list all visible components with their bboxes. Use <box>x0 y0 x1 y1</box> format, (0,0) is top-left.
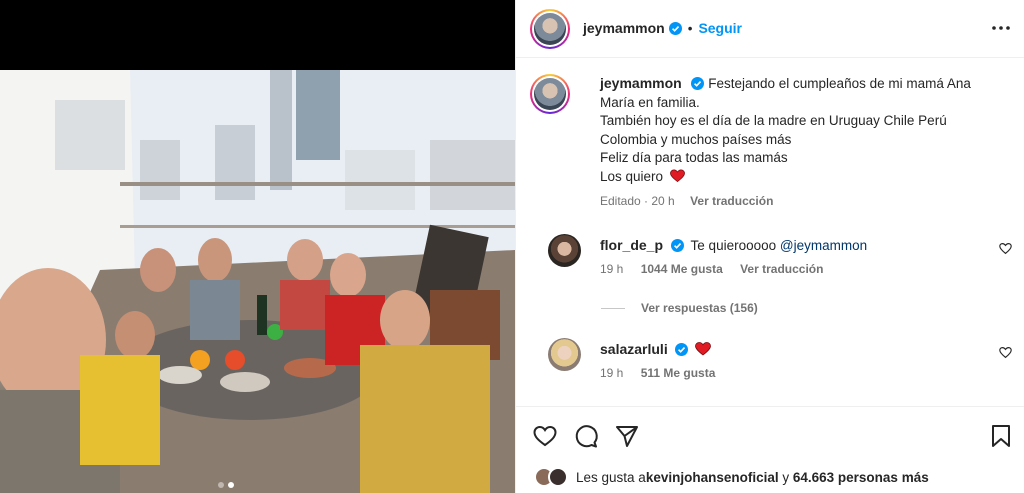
red-heart-emoji <box>669 169 685 182</box>
likes-prefix: Les gusta a <box>576 469 646 485</box>
caption-line: Los quiero <box>600 168 664 184</box>
carousel-indicator <box>218 482 234 488</box>
likes-summary: Les gusta a kevinjohansenoficial y 64.66… <box>534 467 929 487</box>
caption-text: jeymammon Festejando el cumpleaños de mi… <box>600 74 1000 211</box>
caption-timestamp: Editado · 20 h <box>600 194 675 208</box>
caption-line: María en familia. <box>600 94 700 110</box>
commenter-avatar[interactable] <box>548 234 581 267</box>
post-side-panel: jeymammon • Seguir jeymammon Festejando … <box>515 0 1024 493</box>
comment-likes[interactable]: 1044 Me gusta <box>641 262 723 276</box>
bookmark-icon[interactable] <box>988 423 1014 449</box>
caption-line: Festejando el cumpleaños de mi mamá Ana <box>708 76 971 91</box>
likes-count[interactable]: 64.663 personas más <box>793 470 929 485</box>
post-photo[interactable] <box>0 70 515 493</box>
paper-plane-icon[interactable] <box>614 423 640 449</box>
comment-body: flor_de_p Te quierooooo @jeymammon <box>600 236 980 255</box>
comment-text: Te quierooooo <box>690 238 780 253</box>
comment-meta: 19 h 1044 Me gusta Ver traducción <box>600 262 837 276</box>
heart-outline-icon[interactable] <box>532 423 558 449</box>
heart-outline-icon[interactable] <box>999 346 1012 359</box>
comment-translate-link[interactable]: Ver traducción <box>740 262 823 276</box>
likes-middle: y <box>778 469 793 485</box>
comment-username[interactable]: flor_de_p <box>600 237 663 253</box>
post-header: jeymammon • Seguir <box>516 0 1024 58</box>
comment-mention[interactable]: @jeymammon <box>780 238 867 253</box>
caption-line: También hoy es el día de la madre en Uru… <box>600 113 947 128</box>
comment-body: salazarluli <box>600 340 980 359</box>
author-username[interactable]: jeymammon <box>583 20 665 36</box>
verified-badge-icon <box>668 21 682 35</box>
verified-badge-icon <box>670 239 684 252</box>
liker-username[interactable]: kevinjohansenoficial <box>646 470 779 485</box>
post-actions-bar: Les gusta a kevinjohansenoficial y 64.66… <box>516 406 1024 493</box>
author-avatar[interactable] <box>530 9 570 49</box>
follow-button[interactable]: Seguir <box>698 20 742 36</box>
verified-badge-icon <box>675 343 689 356</box>
view-replies-label: Ver respuestas (156) <box>641 301 758 315</box>
view-replies-button[interactable]: Ver respuestas (156) <box>601 301 758 315</box>
commenter-avatar[interactable] <box>548 338 581 371</box>
liker-avatar <box>548 467 568 487</box>
speech-bubble-icon[interactable] <box>573 423 599 449</box>
caption-username[interactable]: jeymammon <box>600 75 682 91</box>
comment-timestamp: 19 h <box>600 262 624 276</box>
verified-badge-icon <box>691 77 705 90</box>
caption-line: Feliz día para todas las mamás <box>600 150 788 165</box>
post-media[interactable] <box>0 0 515 493</box>
red-heart-emoji <box>695 342 712 356</box>
replies-divider <box>601 307 625 309</box>
instagram-post: jeymammon • Seguir jeymammon Festejando … <box>0 0 1024 493</box>
comment-likes[interactable]: 511 Me gusta <box>641 366 716 380</box>
carousel-dot-active <box>228 482 234 488</box>
carousel-dot <box>218 482 224 488</box>
caption-translate-link[interactable]: Ver traducción <box>690 194 773 208</box>
family-photo-illustration <box>0 70 515 493</box>
heart-outline-icon[interactable] <box>999 242 1012 255</box>
more-options-icon[interactable] <box>991 20 1011 36</box>
comment-username[interactable]: salazarluli <box>600 341 668 357</box>
caption-author-avatar[interactable] <box>530 74 570 114</box>
caption-line: Colombia y muchos países más <box>600 131 792 147</box>
header-separator: • <box>687 20 693 36</box>
comment-timestamp: 19 h <box>600 366 624 380</box>
comment-meta: 19 h 511 Me gusta <box>600 366 729 380</box>
